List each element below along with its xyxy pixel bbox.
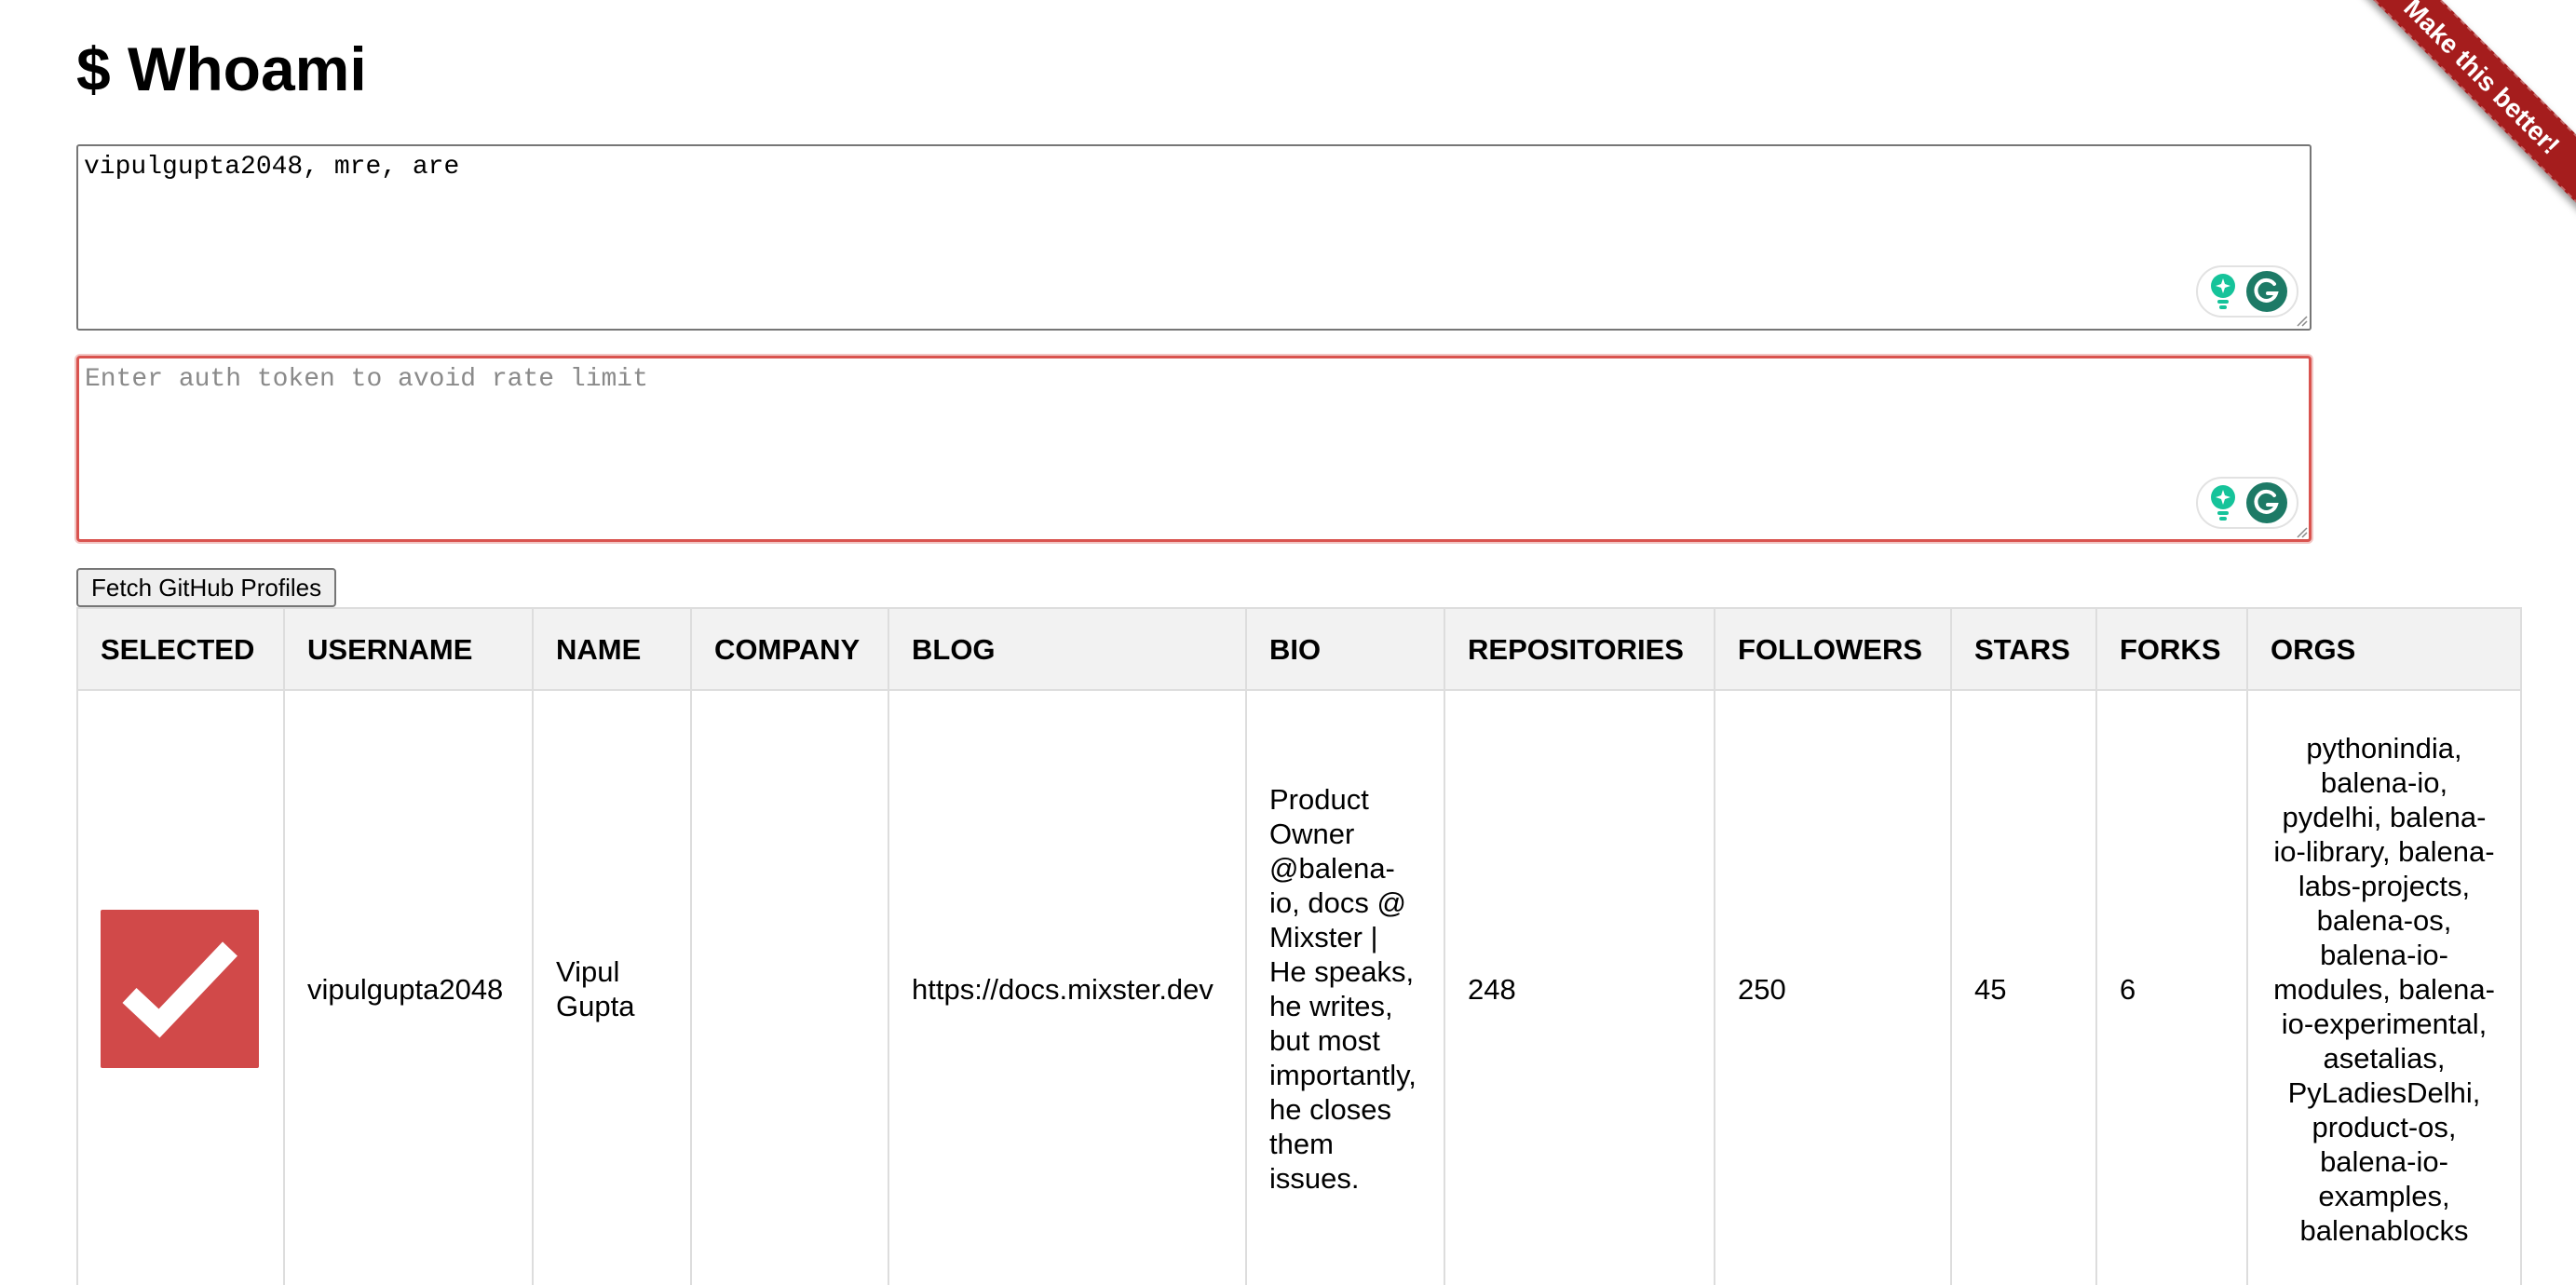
cell-selected bbox=[76, 689, 285, 1285]
header-company: COMPANY bbox=[690, 607, 889, 691]
cell-blog[interactable]: https://docs.mixster.dev bbox=[888, 689, 1247, 1285]
github-ribbon[interactable]: Make this better! bbox=[2347, 0, 2576, 211]
lightbulb-icon[interactable] bbox=[2207, 271, 2239, 312]
header-stars: STARS bbox=[1950, 607, 2097, 691]
auth-token-input[interactable] bbox=[76, 356, 2312, 542]
header-blog: BLOG bbox=[888, 607, 1247, 691]
usernames-input[interactable] bbox=[76, 144, 2312, 331]
cell-username: vipulgupta2048 bbox=[283, 689, 534, 1285]
header-forks: FORKS bbox=[2095, 607, 2248, 691]
header-repositories: REPOSITORIES bbox=[1444, 607, 1715, 691]
cell-stars: 45 bbox=[1950, 689, 2097, 1285]
header-username: USERNAME bbox=[283, 607, 534, 691]
page: $ Whoami vipulgupta2048, mre, are Enter … bbox=[0, 0, 2576, 1285]
grammarly-icon[interactable] bbox=[2245, 481, 2288, 524]
cell-forks: 6 bbox=[2095, 689, 2248, 1285]
cell-name: Vipul Gupta bbox=[532, 689, 692, 1285]
page-title: $ Whoami bbox=[76, 34, 367, 103]
header-bio: BIO bbox=[1245, 607, 1445, 691]
cell-orgs: pythonindia, balena-io, pydelhi, balena-… bbox=[2246, 689, 2522, 1285]
usernames-field-wrapper bbox=[76, 144, 2312, 331]
fetch-profiles-button[interactable]: Fetch GitHub Profiles bbox=[76, 568, 337, 607]
header-selected: SELECTED bbox=[76, 607, 285, 691]
grammarly-widget[interactable] bbox=[2196, 265, 2298, 318]
grammarly-icon[interactable] bbox=[2245, 270, 2288, 313]
profiles-table: SELECTED USERNAME NAME COMPANY BLOG BIO … bbox=[76, 607, 2522, 1285]
selected-checkbox[interactable] bbox=[101, 910, 259, 1068]
resize-grip-icon[interactable] bbox=[2295, 314, 2308, 327]
header-name: NAME bbox=[532, 607, 692, 691]
check-icon bbox=[122, 941, 237, 1038]
cell-followers: 250 bbox=[1714, 689, 1952, 1285]
cell-company bbox=[690, 689, 889, 1285]
table-row: vipulgupta2048 Vipul Gupta https://docs.… bbox=[76, 689, 2522, 1285]
cell-repositories: 248 bbox=[1444, 689, 1715, 1285]
grammarly-widget[interactable] bbox=[2196, 477, 2298, 529]
lightbulb-icon[interactable] bbox=[2207, 482, 2239, 523]
table-header-row: SELECTED USERNAME NAME COMPANY BLOG BIO … bbox=[76, 607, 2522, 691]
resize-grip-icon[interactable] bbox=[2295, 525, 2308, 538]
cell-bio: Product Owner @balena-io, docs @ Mixster… bbox=[1245, 689, 1445, 1285]
header-followers: FOLLOWERS bbox=[1714, 607, 1952, 691]
token-field-wrapper bbox=[76, 356, 2312, 542]
header-orgs: ORGS bbox=[2246, 607, 2522, 691]
